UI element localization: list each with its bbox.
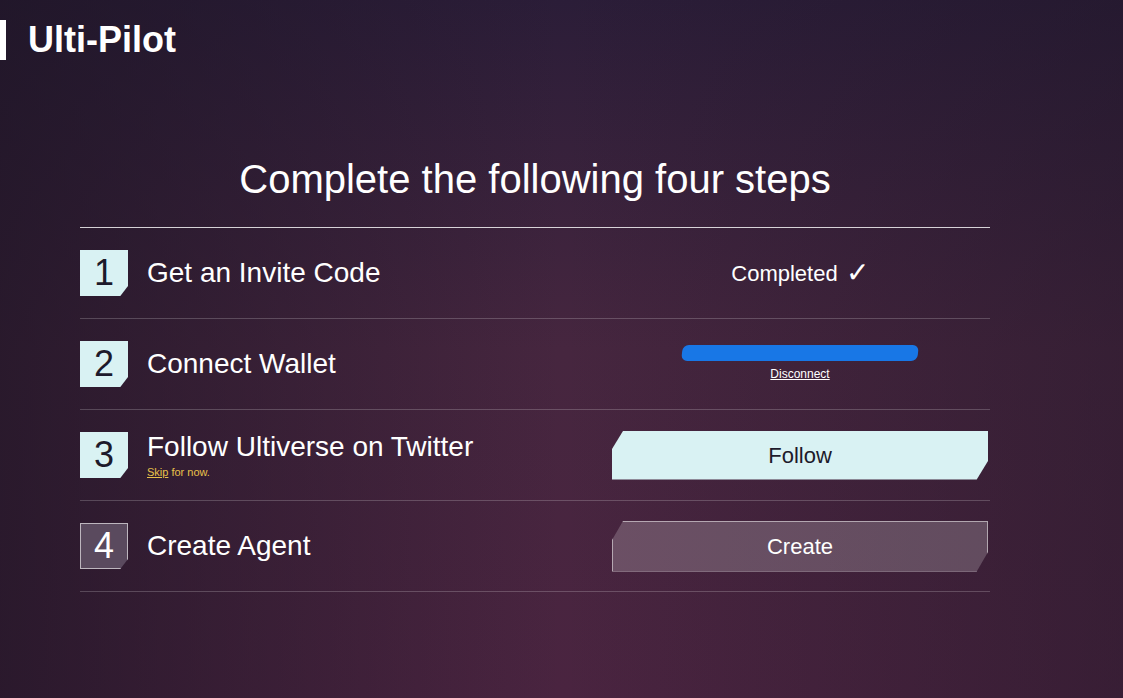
step-row: 1 Get an Invite Code Completed✓ xyxy=(80,228,990,319)
wallet-info: Disconnect xyxy=(682,345,918,383)
redacted-address xyxy=(681,345,919,361)
step-number: 4 xyxy=(80,523,128,569)
steps-heading: Complete the following four steps xyxy=(80,155,990,228)
header-bar xyxy=(0,20,6,60)
step-row: 3 Follow Ultiverse on TwitterSkipfor now.… xyxy=(80,410,990,501)
steps-list: 1 Get an Invite Code Completed✓ 2 Connect Wa… xyxy=(80,228,990,592)
app-header: Ulti-Pilot xyxy=(0,0,1123,64)
step-row: 4 Create Agent Create xyxy=(80,501,990,592)
completed-status: Completed✓ xyxy=(731,257,868,290)
skip-note: Skipfor now. xyxy=(147,464,473,481)
step-label: Get an Invite Code xyxy=(147,256,380,290)
skip-link[interactable]: Skip xyxy=(147,466,168,478)
create-button[interactable]: Create xyxy=(612,521,988,572)
step-label: Follow Ultiverse on Twitter xyxy=(147,430,473,464)
page: Ulti-Pilot Complete the following four st… xyxy=(0,0,1123,698)
steps-panel: Complete the following four steps 1 Get an… xyxy=(80,155,990,592)
step-number: 1 xyxy=(80,250,128,296)
step-label: Create Agent xyxy=(147,529,310,563)
step-row: 2 Connect Wallet Disconnect xyxy=(80,319,990,410)
disconnect-link[interactable]: Disconnect xyxy=(770,365,829,383)
step-number: 2 xyxy=(80,341,128,387)
step-label: Connect Wallet xyxy=(147,347,336,381)
step-number: 3 xyxy=(80,432,128,478)
follow-button[interactable]: Follow xyxy=(612,431,988,480)
app-title: Ulti-Pilot xyxy=(28,16,176,64)
check-icon: ✓ xyxy=(846,259,869,287)
